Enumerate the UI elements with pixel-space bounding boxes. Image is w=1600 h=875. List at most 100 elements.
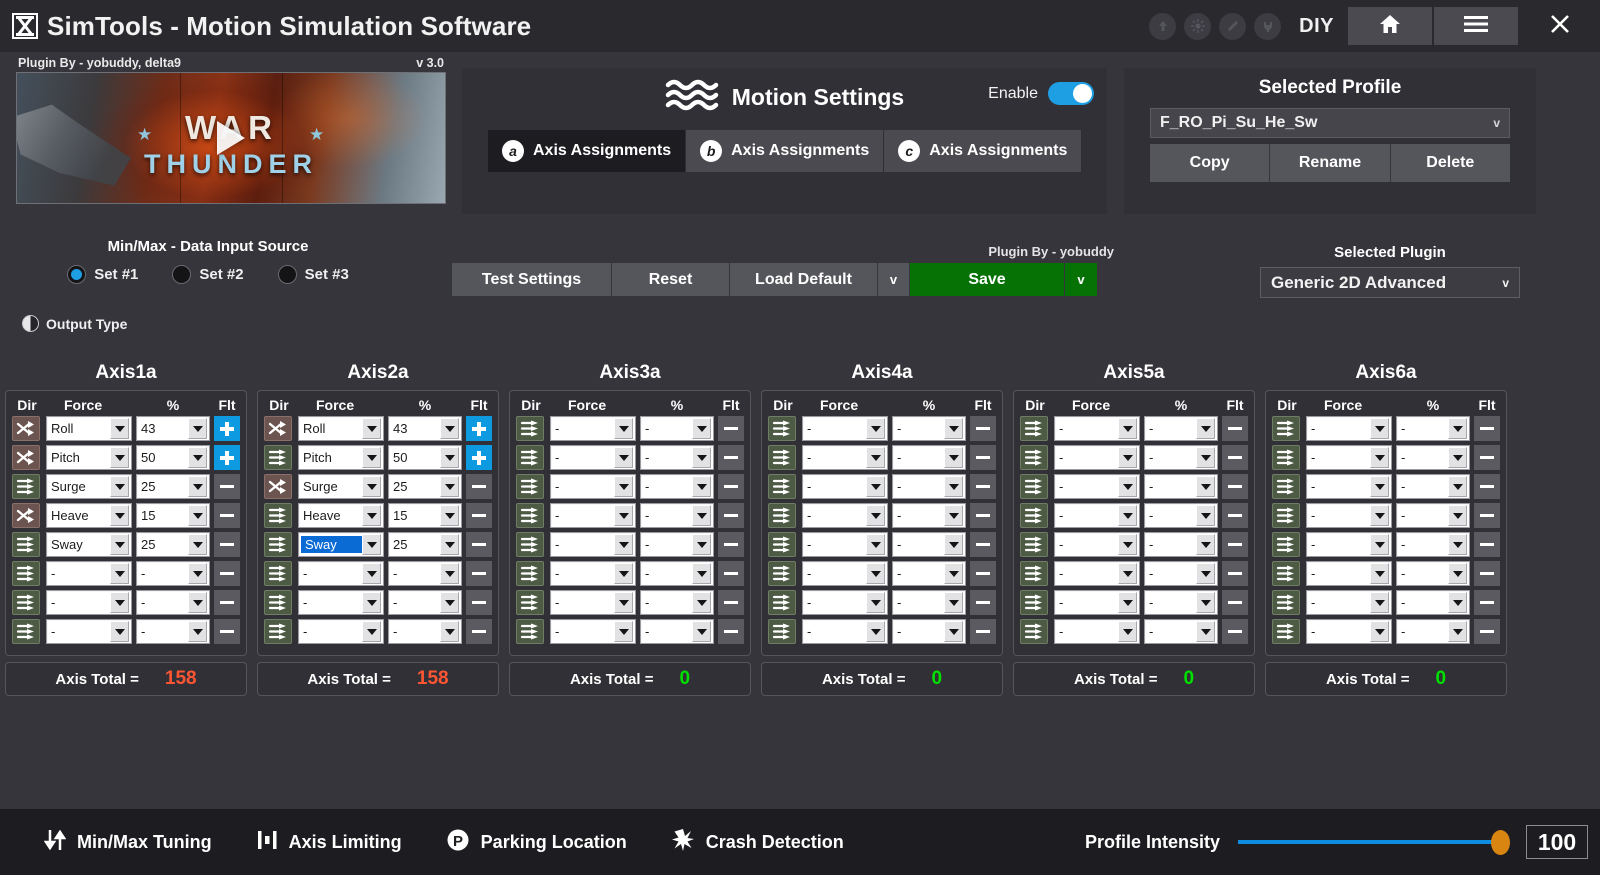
percent-dropdown[interactable]: 25 bbox=[388, 532, 462, 557]
chevron-down-icon[interactable] bbox=[692, 563, 711, 584]
output-type-control[interactable]: Output Type bbox=[22, 315, 127, 332]
chevron-down-icon[interactable] bbox=[440, 534, 459, 555]
percent-dropdown[interactable]: - bbox=[1144, 503, 1218, 528]
chevron-down-icon[interactable] bbox=[1448, 447, 1467, 468]
radio-set-2[interactable]: Set #2 bbox=[172, 265, 243, 284]
percent-dropdown[interactable]: 25 bbox=[388, 474, 462, 499]
filter-add-button[interactable] bbox=[466, 416, 492, 441]
direction-toggle-normal-icon[interactable] bbox=[768, 590, 796, 615]
direction-toggle-normal-icon[interactable] bbox=[1020, 503, 1048, 528]
chevron-down-icon[interactable] bbox=[1118, 534, 1137, 555]
radio-set-3[interactable]: Set #3 bbox=[278, 265, 349, 284]
pencil-icon[interactable] bbox=[1219, 13, 1246, 40]
chevron-down-icon[interactable] bbox=[1370, 592, 1389, 613]
filter-remove-button[interactable] bbox=[970, 590, 996, 615]
filter-remove-button[interactable] bbox=[718, 445, 744, 470]
direction-toggle-normal-icon[interactable] bbox=[768, 445, 796, 470]
chevron-down-icon[interactable] bbox=[1448, 621, 1467, 642]
percent-dropdown[interactable]: - bbox=[892, 474, 966, 499]
filter-remove-button[interactable] bbox=[1474, 416, 1500, 441]
direction-toggle-normal-icon[interactable] bbox=[1272, 532, 1300, 557]
filter-remove-button[interactable] bbox=[718, 532, 744, 557]
chevron-down-icon[interactable] bbox=[440, 563, 459, 584]
force-dropdown[interactable]: Pitch bbox=[298, 445, 384, 470]
force-dropdown[interactable]: - bbox=[1054, 445, 1140, 470]
chevron-down-icon[interactable] bbox=[614, 418, 633, 439]
force-dropdown[interactable]: Heave bbox=[298, 503, 384, 528]
percent-dropdown[interactable]: - bbox=[1396, 619, 1470, 644]
filter-remove-button[interactable] bbox=[466, 590, 492, 615]
force-dropdown[interactable]: Surge bbox=[46, 474, 132, 499]
percent-dropdown[interactable]: - bbox=[1144, 561, 1218, 586]
filter-remove-button[interactable] bbox=[1222, 416, 1248, 441]
chevron-down-icon[interactable] bbox=[440, 418, 459, 439]
chevron-down-icon[interactable] bbox=[110, 476, 129, 497]
direction-toggle-normal-icon[interactable] bbox=[1020, 590, 1048, 615]
reset-button[interactable]: Reset bbox=[612, 263, 730, 296]
percent-dropdown[interactable]: - bbox=[640, 416, 714, 441]
force-dropdown[interactable]: - bbox=[298, 619, 384, 644]
chevron-down-icon[interactable] bbox=[944, 505, 963, 526]
chevron-down-icon[interactable] bbox=[1118, 418, 1137, 439]
direction-toggle-normal-icon[interactable] bbox=[516, 590, 544, 615]
force-dropdown[interactable]: - bbox=[1306, 503, 1392, 528]
chevron-down-icon[interactable] bbox=[1370, 476, 1389, 497]
force-dropdown[interactable]: - bbox=[1306, 590, 1392, 615]
percent-dropdown[interactable]: - bbox=[892, 503, 966, 528]
force-dropdown[interactable]: - bbox=[550, 590, 636, 615]
percent-dropdown[interactable]: 43 bbox=[136, 416, 210, 441]
force-dropdown[interactable]: - bbox=[802, 416, 888, 441]
percent-dropdown[interactable]: - bbox=[892, 590, 966, 615]
chevron-down-icon[interactable] bbox=[188, 476, 207, 497]
filter-remove-button[interactable] bbox=[466, 474, 492, 499]
percent-dropdown[interactable]: 50 bbox=[136, 445, 210, 470]
percent-dropdown[interactable]: - bbox=[640, 561, 714, 586]
filter-remove-button[interactable] bbox=[1222, 561, 1248, 586]
direction-toggle-normal-icon[interactable] bbox=[1272, 590, 1300, 615]
parking-location-button[interactable]: P Parking Location bbox=[446, 828, 627, 857]
percent-dropdown[interactable]: - bbox=[388, 561, 462, 586]
direction-toggle-normal-icon[interactable] bbox=[516, 474, 544, 499]
percent-dropdown[interactable]: - bbox=[1144, 416, 1218, 441]
chevron-down-icon[interactable] bbox=[362, 505, 381, 526]
chevron-down-icon[interactable] bbox=[692, 447, 711, 468]
chevron-down-icon[interactable] bbox=[614, 563, 633, 584]
enable-toggle[interactable] bbox=[1048, 82, 1094, 105]
filter-remove-button[interactable] bbox=[466, 503, 492, 528]
direction-toggle-normal-icon[interactable] bbox=[516, 416, 544, 441]
chevron-down-icon[interactable] bbox=[614, 621, 633, 642]
filter-remove-button[interactable] bbox=[214, 590, 240, 615]
direction-toggle-normal-icon[interactable] bbox=[1020, 619, 1048, 644]
chevron-down-icon[interactable] bbox=[944, 418, 963, 439]
chevron-down-icon[interactable] bbox=[866, 621, 885, 642]
force-dropdown[interactable]: - bbox=[550, 445, 636, 470]
force-dropdown[interactable]: - bbox=[1054, 503, 1140, 528]
chevron-down-icon[interactable] bbox=[614, 476, 633, 497]
chevron-down-icon[interactable] bbox=[188, 505, 207, 526]
force-dropdown[interactable]: - bbox=[1306, 416, 1392, 441]
percent-dropdown[interactable]: - bbox=[640, 619, 714, 644]
force-dropdown[interactable]: Sway bbox=[46, 532, 132, 557]
filter-remove-button[interactable] bbox=[1222, 445, 1248, 470]
chevron-down-icon[interactable] bbox=[440, 505, 459, 526]
slider-thumb[interactable] bbox=[1491, 830, 1510, 855]
filter-remove-button[interactable] bbox=[970, 445, 996, 470]
direction-toggle-normal-icon[interactable] bbox=[1272, 416, 1300, 441]
chevron-down-icon[interactable] bbox=[188, 447, 207, 468]
force-dropdown[interactable]: - bbox=[550, 503, 636, 528]
radio-set-1[interactable]: Set #1 bbox=[67, 265, 138, 284]
chevron-down-icon[interactable] bbox=[362, 563, 381, 584]
save-button[interactable]: Save bbox=[910, 263, 1065, 296]
filter-remove-button[interactable] bbox=[214, 561, 240, 586]
chevron-down-icon[interactable] bbox=[1196, 592, 1215, 613]
filter-remove-button[interactable] bbox=[718, 561, 744, 586]
chevron-down-icon[interactable] bbox=[110, 418, 129, 439]
direction-toggle-normal-icon[interactable] bbox=[768, 619, 796, 644]
percent-dropdown[interactable]: 25 bbox=[136, 532, 210, 557]
chevron-down-icon[interactable] bbox=[110, 563, 129, 584]
chevron-down-icon[interactable] bbox=[362, 418, 381, 439]
percent-dropdown[interactable]: - bbox=[892, 561, 966, 586]
direction-toggle-normal-icon[interactable] bbox=[516, 619, 544, 644]
percent-dropdown[interactable]: - bbox=[136, 619, 210, 644]
direction-toggle-normal-icon[interactable] bbox=[12, 474, 40, 499]
